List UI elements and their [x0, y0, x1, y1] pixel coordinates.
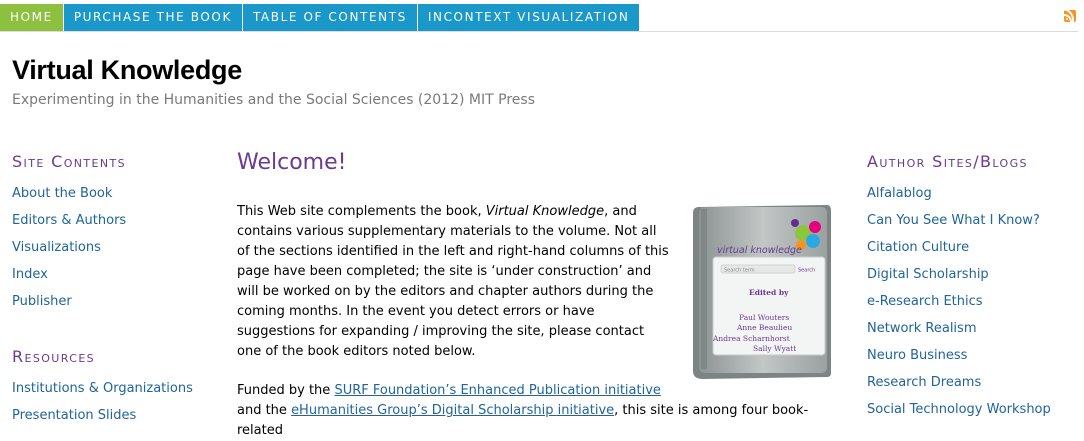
site-title[interactable]: Virtual Knowledge: [12, 55, 242, 86]
book-editor-3: Andrea Scharnhorst: [712, 334, 790, 343]
link-network-realism[interactable]: Network Realism: [867, 321, 976, 336]
nav-incontext-visualization[interactable]: INCONTEXT VISUALIZATION: [417, 4, 641, 31]
book-search-label: Search: [798, 268, 815, 274]
main-content: Welcome! This Web site complements the b…: [237, 150, 837, 438]
list-item: Neuro Business: [867, 342, 1077, 369]
book-editor-4: Sally Wyatt: [753, 344, 796, 353]
link-ehumanities-group[interactable]: eHumanities Group’s Digital Scholarship …: [291, 403, 614, 418]
list-item: Index: [12, 261, 222, 288]
list-item: Visualizations: [12, 234, 222, 261]
author-sites-heading: Author Sites/Blogs: [867, 152, 1028, 171]
list-item: Can You See What I Know?: [867, 207, 1077, 234]
funding-text: Funded by the: [237, 383, 335, 398]
link-citation-culture[interactable]: Citation Culture: [867, 240, 969, 255]
link-presentation-slides[interactable]: Presentation Slides: [12, 408, 136, 423]
link-about-the-book[interactable]: About the Book: [12, 186, 112, 201]
link-editors-authors[interactable]: Editors & Authors: [12, 213, 126, 228]
intro-paragraph: This Web site complements the book, Virt…: [237, 202, 669, 362]
book-edited-by: Edited by: [749, 288, 789, 297]
book-editor-2: Anne Beaulieu: [736, 323, 792, 332]
link-e-research-ethics[interactable]: e-Research Ethics: [867, 294, 983, 309]
link-neuro-business[interactable]: Neuro Business: [867, 348, 967, 363]
list-item: Network Realism: [867, 315, 1077, 342]
funding-text-2: and the: [237, 403, 292, 418]
intro-text: This Web site complements the book,: [237, 204, 486, 219]
right-sidebar: Author Sites/Blogs Alfalablog Can You Se…: [867, 152, 1077, 423]
resources-heading: Resources: [12, 347, 96, 366]
link-surf-foundation[interactable]: SURF Foundation’s Enhanced Publication i…: [334, 383, 660, 398]
list-item: e-Research Ethics: [867, 288, 1077, 315]
link-research-dreams[interactable]: Research Dreams: [867, 375, 981, 390]
nav-table-of-contents[interactable]: TABLE OF CONTENTS: [242, 4, 418, 31]
main-nav: HOME PURCHASE THE BOOK TABLE OF CONTENTS…: [0, 4, 641, 31]
list-item: Alfalablog: [867, 180, 1077, 207]
link-visualizations[interactable]: Visualizations: [12, 240, 101, 255]
link-digital-scholarship[interactable]: Digital Scholarship: [867, 267, 989, 282]
site-contents-list: About the Book Editors & Authors Visuali…: [12, 180, 222, 315]
link-can-you-see-what-i-know[interactable]: Can You See What I Know?: [867, 213, 1040, 228]
intro-text-continued: , and contains various supplementary mat…: [237, 204, 669, 359]
list-item: About the Book: [12, 180, 222, 207]
list-item: Institutions & Organizations: [12, 375, 222, 402]
left-sidebar: Site Contents About the Book Editors & A…: [12, 152, 222, 429]
resources-list: Institutions & Organizations Presentatio…: [12, 375, 222, 429]
list-item: Digital Scholarship: [867, 261, 1077, 288]
list-item: Social Technology Workshop: [867, 396, 1077, 423]
link-institutions-organizations[interactable]: Institutions & Organizations: [12, 381, 193, 396]
book-search-placeholder: Search term: [724, 268, 755, 274]
book-cover-image[interactable]: virtual knowledge Search term Search Edi…: [689, 203, 833, 379]
link-index[interactable]: Index: [12, 267, 48, 282]
list-item: Presentation Slides: [12, 402, 222, 429]
nav-purchase-the-book[interactable]: PURCHASE THE BOOK: [63, 4, 243, 31]
link-publisher[interactable]: Publisher: [12, 294, 72, 309]
list-item: Citation Culture: [867, 234, 1077, 261]
nav-divider: [0, 31, 1078, 32]
link-alfalablog[interactable]: Alfalablog: [867, 186, 932, 201]
book-editor-1: Paul Wouters: [739, 313, 789, 322]
welcome-heading: Welcome!: [237, 150, 347, 175]
list-item: Publisher: [12, 288, 222, 315]
nav-home[interactable]: HOME: [0, 4, 64, 31]
site-contents-heading: Site Contents: [12, 152, 127, 171]
list-item: Editors & Authors: [12, 207, 222, 234]
author-sites-list: Alfalablog Can You See What I Know? Cita…: [867, 180, 1077, 423]
site-subtitle: Experimenting in the Humanities and the …: [12, 92, 535, 108]
list-item: Research Dreams: [867, 369, 1077, 396]
link-social-technology-workshop[interactable]: Social Technology Workshop: [867, 402, 1051, 417]
funding-paragraph: Funded by the SURF Foundation’s Enhanced…: [237, 381, 837, 441]
book-cover-title: virtual knowledge: [717, 245, 802, 256]
book-title-emphasis: Virtual Knowledge: [485, 204, 605, 219]
rss-feed-icon[interactable]: [1064, 10, 1076, 22]
